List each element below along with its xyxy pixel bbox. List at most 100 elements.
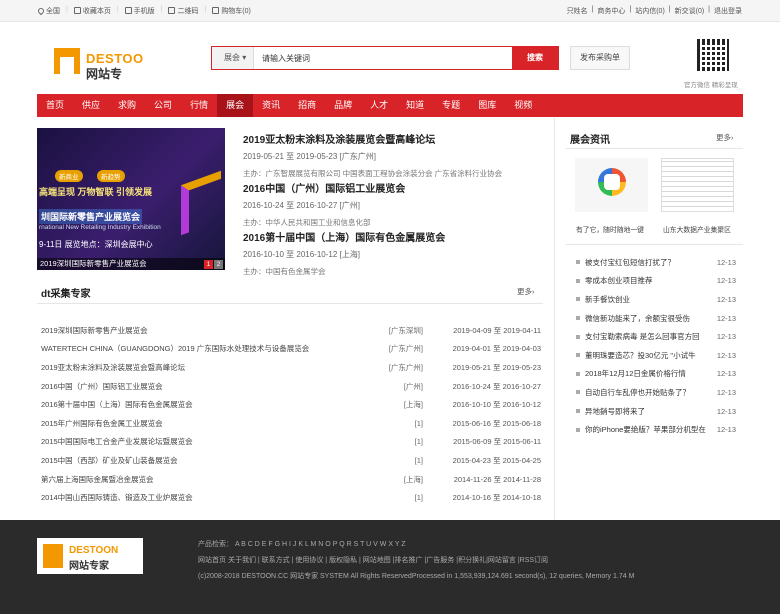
business-center-link[interactable]: 商务中心 — [597, 6, 625, 16]
featured-expo-title[interactable]: 2016第十届中国（上海）国际有色金属展览会 — [243, 229, 543, 244]
expo-name[interactable]: 2016第十届中国（上海）国际有色金属展览会 — [41, 399, 365, 410]
expo-date: 2014-11-26 至 2014-11-28 — [453, 474, 541, 484]
nav-item[interactable]: 视频 — [505, 94, 541, 117]
news-title[interactable]: 2018年12月12日金属价格行情 — [585, 368, 710, 379]
list-item[interactable]: 支付宝勒索病毒 是怎么回事官方回 12-13 — [576, 327, 736, 346]
messages-link[interactable]: 站内信(0) — [635, 6, 665, 16]
publish-purchase-button[interactable]: 发布采购单 — [570, 46, 630, 70]
list-item[interactable]: 2016中国（广州）国际铝工业展览会 [广州] 2016-10-24 至 2016-… — [41, 377, 541, 396]
expo-city: [广东深圳] — [388, 325, 423, 335]
list-item[interactable]: 2019亚太粉末涂料及涂装展览会暨高峰论坛 [广东广州] 2019-05-21 至 … — [41, 358, 541, 377]
qrcode-link[interactable]: 二维码 — [168, 6, 198, 16]
side-more-link[interactable]: 更多› — [716, 132, 734, 143]
news-title[interactable]: 微信新功能来了，余额宝很受伤 — [585, 313, 710, 324]
footer-logo[interactable]: DESTOON 网站专家 — [37, 538, 143, 574]
nav-item[interactable]: 求购 — [109, 94, 145, 117]
username-link[interactable]: 只姓名 — [567, 6, 588, 16]
list-item[interactable]: 2014中国山西国际铸造、锻造及工业炉展览会 [1] 2014-10-16 至 20… — [41, 488, 541, 507]
news-thumb-caption[interactable]: 山东大数据产业集聚区 — [663, 224, 731, 234]
banner-page-2[interactable]: 2 — [214, 260, 223, 269]
nav-item[interactable]: 招商 — [289, 94, 325, 117]
list-item[interactable]: 零成本创业项目推荐 12-13 — [576, 272, 736, 291]
news-date: 12-13 — [716, 294, 736, 304]
bullet-icon — [576, 390, 580, 395]
featured-expo-title[interactable]: 2016中国（广州）国际铝工业展览会 — [243, 180, 543, 195]
search-input[interactable] — [254, 47, 512, 69]
search-category-select[interactable]: 展会 ▾ — [212, 47, 254, 69]
logo-mark-icon — [43, 544, 63, 568]
list-item[interactable]: 2015年广州国际有色金属工业展览会 [1] 2015-06-16 至 2015-0… — [41, 414, 541, 433]
expo-name[interactable]: 2015年广州国际有色金属工业展览会 — [41, 418, 365, 429]
list-item[interactable]: 第六届上海国际金属暨冶金展览会 [上海] 2014-11-26 至 2014-11-… — [41, 470, 541, 489]
news-title[interactable]: 被支付宝红包短信打扰了？ — [585, 257, 710, 268]
featured-expo-title[interactable]: 2019亚太粉末涂料及涂装展览会暨高峰论坛 — [243, 131, 543, 146]
mobile-link[interactable]: 手机版 — [124, 6, 155, 16]
list-item[interactable]: 2016第十届中国（上海）国际有色金属展览会 [上海] 2016-10-10 至 2… — [41, 395, 541, 414]
expo-date: 2016-10-24 至 2016-10-27 — [452, 381, 541, 391]
nav-item[interactable]: 展会 — [217, 94, 254, 117]
nav-item[interactable]: 资讯 — [253, 94, 289, 117]
list-item[interactable]: 2015中国国际电工合金产业发展论坛暨展览会 [1] 2015-06-09 至 20… — [41, 433, 541, 452]
news-title[interactable]: 自动自行车乱停也开始贴条了？ — [585, 387, 710, 398]
nav-item[interactable]: 专题 — [433, 94, 469, 117]
list-item[interactable]: 微信新功能来了，余额宝很受伤 12-13 — [576, 309, 736, 328]
nav-item[interactable]: 图库 — [469, 94, 505, 117]
list-item[interactable]: 你的iPhone要绝版？苹果部分机型在 12-13 — [576, 420, 736, 439]
site-logo[interactable]: DESTOO 网站专 — [38, 42, 158, 82]
news-thumb-image[interactable] — [661, 158, 734, 212]
expo-name[interactable]: 2015中国（西部）矿业及矿山装备展览会 — [41, 455, 365, 466]
bullet-icon — [576, 297, 580, 302]
news-title[interactable]: 零成本创业项目推荐 — [585, 275, 710, 286]
nav-item[interactable]: 人才 — [361, 94, 397, 117]
news-thumb-caption[interactable]: 有了它，随时随地一键 — [576, 224, 644, 234]
dt-more-link[interactable]: 更多› — [517, 286, 535, 297]
expo-name[interactable]: 2016中国（广州）国际铝工业展览会 — [41, 381, 365, 392]
expo-name[interactable]: 2019深圳国际新零售产业展览会 — [41, 325, 365, 336]
list-item[interactable]: 2015中国（西部）矿业及矿山装备展览会 [1] 2015-04-23 至 2015… — [41, 451, 541, 470]
list-item[interactable]: 2018年12月12日金属价格行情 12-13 — [576, 365, 736, 384]
news-title[interactable]: 支付宝勒索病毒 是怎么回事官方回 — [585, 331, 710, 342]
news-title[interactable]: 新手餐饮创业 — [585, 294, 710, 305]
expo-city: [上海] — [403, 400, 423, 410]
chat-link[interactable]: 新交谈(0) — [675, 6, 705, 16]
nav-item[interactable]: 首页 — [37, 94, 73, 117]
bookmark-link[interactable]: 收藏本页 — [73, 6, 111, 16]
list-item[interactable]: 自动自行车乱停也开始贴条了？ 12-13 — [576, 383, 736, 402]
news-title[interactable]: 董明珠要造芯？投30亿元 "小试牛 — [585, 350, 710, 361]
news-title[interactable]: 异地銷号即将来了 — [585, 406, 710, 417]
list-item[interactable]: WATERTECH CHINA（GUANGDONG）2019 广东国际水处理技术… — [41, 340, 541, 359]
banner-page-1[interactable]: 1 — [204, 260, 213, 269]
expo-city: [广东广州] — [388, 344, 423, 354]
expo-name[interactable]: WATERTECH CHINA（GUANGDONG）2019 广东国际水处理技术… — [41, 343, 365, 354]
bullet-icon — [576, 278, 580, 283]
expo-name[interactable]: 2014中国山西国际铸造、锻造及工业炉展览会 — [41, 492, 365, 503]
featured-banner[interactable]: 新商业 新趋势 高端呈现 万物智联 引领发展 圳国际新零售产业展览会 rnati… — [37, 128, 225, 270]
news-title[interactable]: 你的iPhone要绝版？苹果部分机型在 — [585, 424, 710, 435]
logout-link[interactable]: 退出登录 — [714, 6, 742, 16]
footer-links[interactable]: 网站首页 关于我们 | 联系方式 | 使用协议 | 版权隐私 | 网站地图 |排… — [198, 555, 548, 565]
news-thumb-image[interactable] — [575, 158, 648, 212]
list-item[interactable]: 董明珠要造芯？投30亿元 "小试牛 12-13 — [576, 346, 736, 365]
cart-icon — [212, 7, 220, 14]
nav-item[interactable]: 公司 — [145, 94, 181, 117]
nav-item[interactable]: 品牌 — [325, 94, 361, 117]
expo-name[interactable]: 第六届上海国际金属暨冶金展览会 — [41, 474, 365, 485]
cart-link[interactable]: 购物车(0) — [212, 6, 251, 16]
nav-item[interactable]: 供应 — [73, 94, 109, 117]
featured-expo-host: 主办：广东智展展览有限公司 中国表面工程协会涂装分会 广东省涂料行业协会 — [243, 169, 503, 178]
featured-expo-dates: 2019-05-21 至 2019-05-23 [广东广州] — [243, 152, 376, 161]
list-item[interactable]: 新手餐饮创业 12-13 — [576, 290, 736, 309]
list-item[interactable]: 被支付宝红包短信打扰了？ 12-13 — [576, 253, 736, 272]
expo-list: 2019深圳国际新零售产业展览会 [广东深圳] 2019-04-09 至 2019-… — [41, 321, 541, 507]
expo-name[interactable]: 2019亚太粉末涂料及涂装展览会暨高峰论坛 — [41, 362, 365, 373]
region-link[interactable]: 全国 — [36, 6, 60, 16]
list-item[interactable]: 异地銷号即将来了 12-13 — [576, 402, 736, 421]
nav-item[interactable]: 行情 — [181, 94, 217, 117]
expo-city: [1] — [414, 455, 423, 465]
expo-name[interactable]: 2015中国国际电工合金产业发展论坛暨展览会 — [41, 436, 365, 447]
nav-item[interactable]: 知道 — [397, 94, 433, 117]
footer-letter-index[interactable]: 产品检索： A B C D E F G H I J K L M N O P Q … — [198, 539, 406, 549]
expo-city: [1] — [414, 418, 423, 428]
search-button[interactable]: 搜索 — [512, 47, 558, 69]
list-item[interactable]: 2019深圳国际新零售产业展览会 [广东深圳] 2019-04-09 至 2019-… — [41, 321, 541, 340]
